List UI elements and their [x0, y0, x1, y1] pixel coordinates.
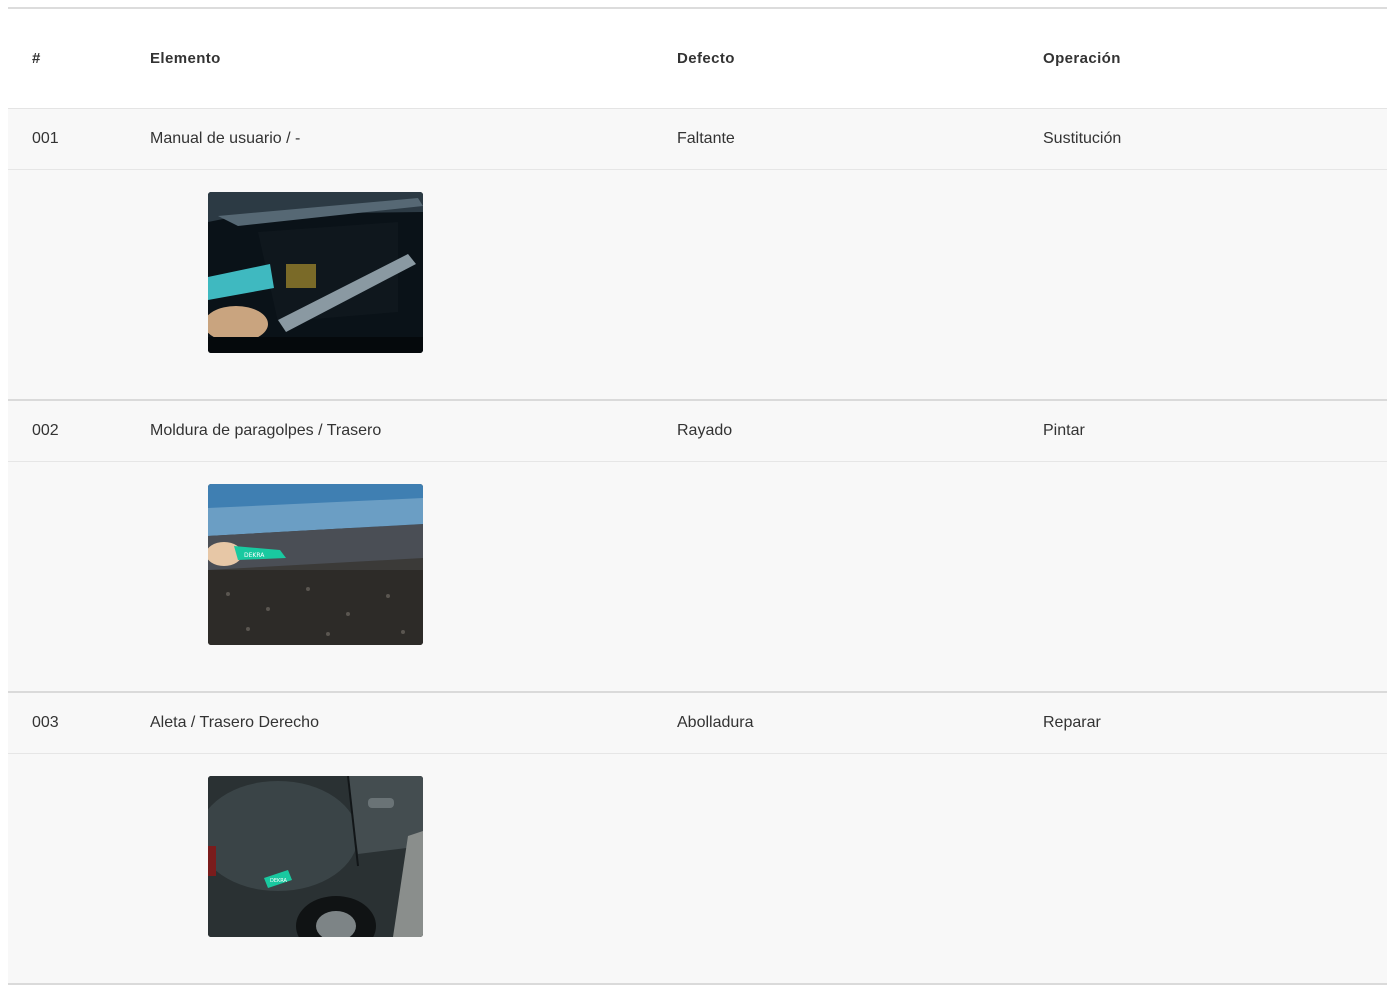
row-photo-area: DEKRA [8, 754, 1387, 983]
row-operacion: Pintar [1043, 422, 1085, 439]
header-number: # [32, 50, 41, 67]
row-number: 003 [32, 714, 59, 731]
table-row: 002 Moldura de paragolpes / Trasero Raya… [8, 401, 1387, 693]
dekra-tag-text: DEKRA [244, 552, 265, 559]
header-elemento: Elemento [150, 50, 221, 67]
table-row-main: 002 Moldura de paragolpes / Trasero Raya… [8, 401, 1387, 462]
row-number: 001 [32, 130, 59, 147]
glovebox-photo-image [208, 192, 423, 353]
table-header: # Elemento Defecto Operación [8, 9, 1387, 109]
table-row: 001 Manual de usuario / - Faltante Susti… [8, 109, 1387, 401]
row-operacion: Sustitución [1043, 130, 1122, 147]
row-elemento: Aleta / Trasero Derecho [150, 714, 319, 731]
table-row: 003 Aleta / Trasero Derecho Abolladura R… [8, 693, 1387, 985]
rear-fender-photo[interactable]: DEKRA [208, 776, 423, 937]
table-row-main: 003 Aleta / Trasero Derecho Abolladura R… [8, 693, 1387, 754]
row-photo-area [8, 170, 1387, 399]
row-defecto: Faltante [677, 130, 735, 147]
glovebox-photo[interactable] [208, 192, 423, 353]
table-row-main: 001 Manual de usuario / - Faltante Susti… [8, 109, 1387, 170]
row-defecto: Abolladura [677, 714, 754, 731]
rear-fender-photo-image: DEKRA [208, 776, 423, 937]
bumper-photo[interactable]: DEKRA [208, 484, 423, 645]
defects-table: # Elemento Defecto Operación 001 Manual … [8, 9, 1387, 985]
row-number: 002 [32, 422, 59, 439]
row-elemento: Manual de usuario / - [150, 130, 301, 147]
row-operacion: Reparar [1043, 714, 1101, 731]
row-defecto: Rayado [677, 422, 733, 439]
row-photo-area: DEKRA [8, 462, 1387, 691]
header-defecto: Defecto [677, 50, 735, 67]
header-operacion: Operación [1043, 50, 1121, 67]
row-elemento: Moldura de paragolpes / Trasero [150, 422, 382, 439]
bumper-photo-image: DEKRA [208, 484, 423, 645]
dekra-tag-text: DEKRA [270, 878, 288, 884]
